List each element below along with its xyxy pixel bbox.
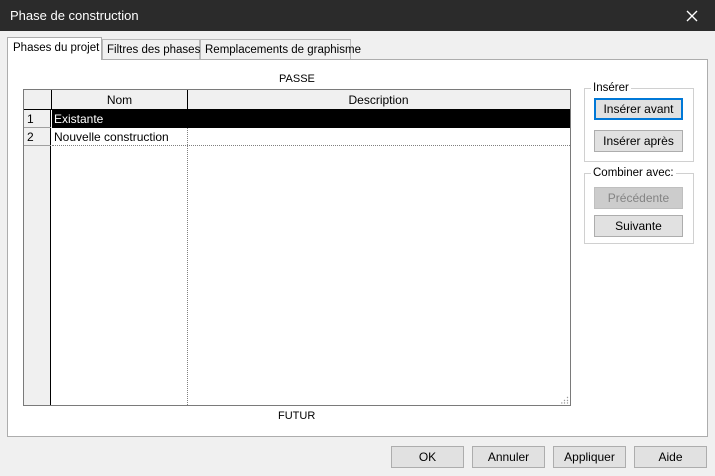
apply-button[interactable]: Appliquer [553,446,626,468]
tab-label: Filtres des phases [107,44,201,56]
cancel-button[interactable]: Annuler [472,446,545,468]
header-divider [51,90,52,110]
row-name-cell[interactable]: Existante [52,110,187,128]
row-separator [52,145,570,146]
insert-group-legend: Insérer [593,82,629,94]
ok-button[interactable]: OK [391,446,464,468]
table-row-existante[interactable]: 1 Existante [24,110,570,128]
tab-label: Remplacements de graphisme [205,44,361,56]
title-bar: Phase de construction [0,0,715,31]
future-label: FUTUR [278,410,316,422]
tab-phases-du-projet[interactable]: Phases du projet [7,37,102,60]
combine-group-legend: Combiner avec: [593,167,674,179]
close-icon [686,10,698,21]
row-description-cell[interactable] [187,128,570,146]
table-header: Nom Description [24,90,570,110]
combine-previous-button: Précédente [594,187,683,209]
resize-grip-icon[interactable] [561,396,569,404]
column-header-nom[interactable]: Nom [52,90,187,110]
insert-after-button[interactable]: Insérer après [594,130,683,152]
row-number: 1 [24,110,51,128]
close-button[interactable] [669,0,715,31]
tab-label: Phases du projet [13,42,100,54]
column-header-label: Nom [106,93,133,107]
insert-before-button[interactable]: Insérer avant [594,98,683,120]
past-label: PASSE [279,73,315,85]
row-description-cell[interactable] [187,110,570,128]
row-name-cell[interactable]: Nouvelle construction [52,128,187,146]
help-button[interactable]: Aide [634,446,707,468]
row-number: 2 [24,128,51,146]
phases-table[interactable]: Nom Description 1 Existante 2 Nouvelle c… [23,89,571,406]
combine-next-button[interactable]: Suivante [594,215,683,237]
header-divider [187,90,188,110]
window-title: Phase de construction [10,8,139,23]
column-divider [187,110,188,405]
column-header-description[interactable]: Description [187,90,570,110]
table-row-nouvelle-construction[interactable]: 2 Nouvelle construction [24,128,570,146]
tab-filtres-des-phases[interactable]: Filtres des phases [102,39,200,59]
column-header-label: Description [348,93,409,107]
tab-panel-phases: PASSE Nom Description 1 Existante 2 Nouv… [7,59,708,437]
tab-remplacements-de-graphisme[interactable]: Remplacements de graphisme [200,39,361,59]
